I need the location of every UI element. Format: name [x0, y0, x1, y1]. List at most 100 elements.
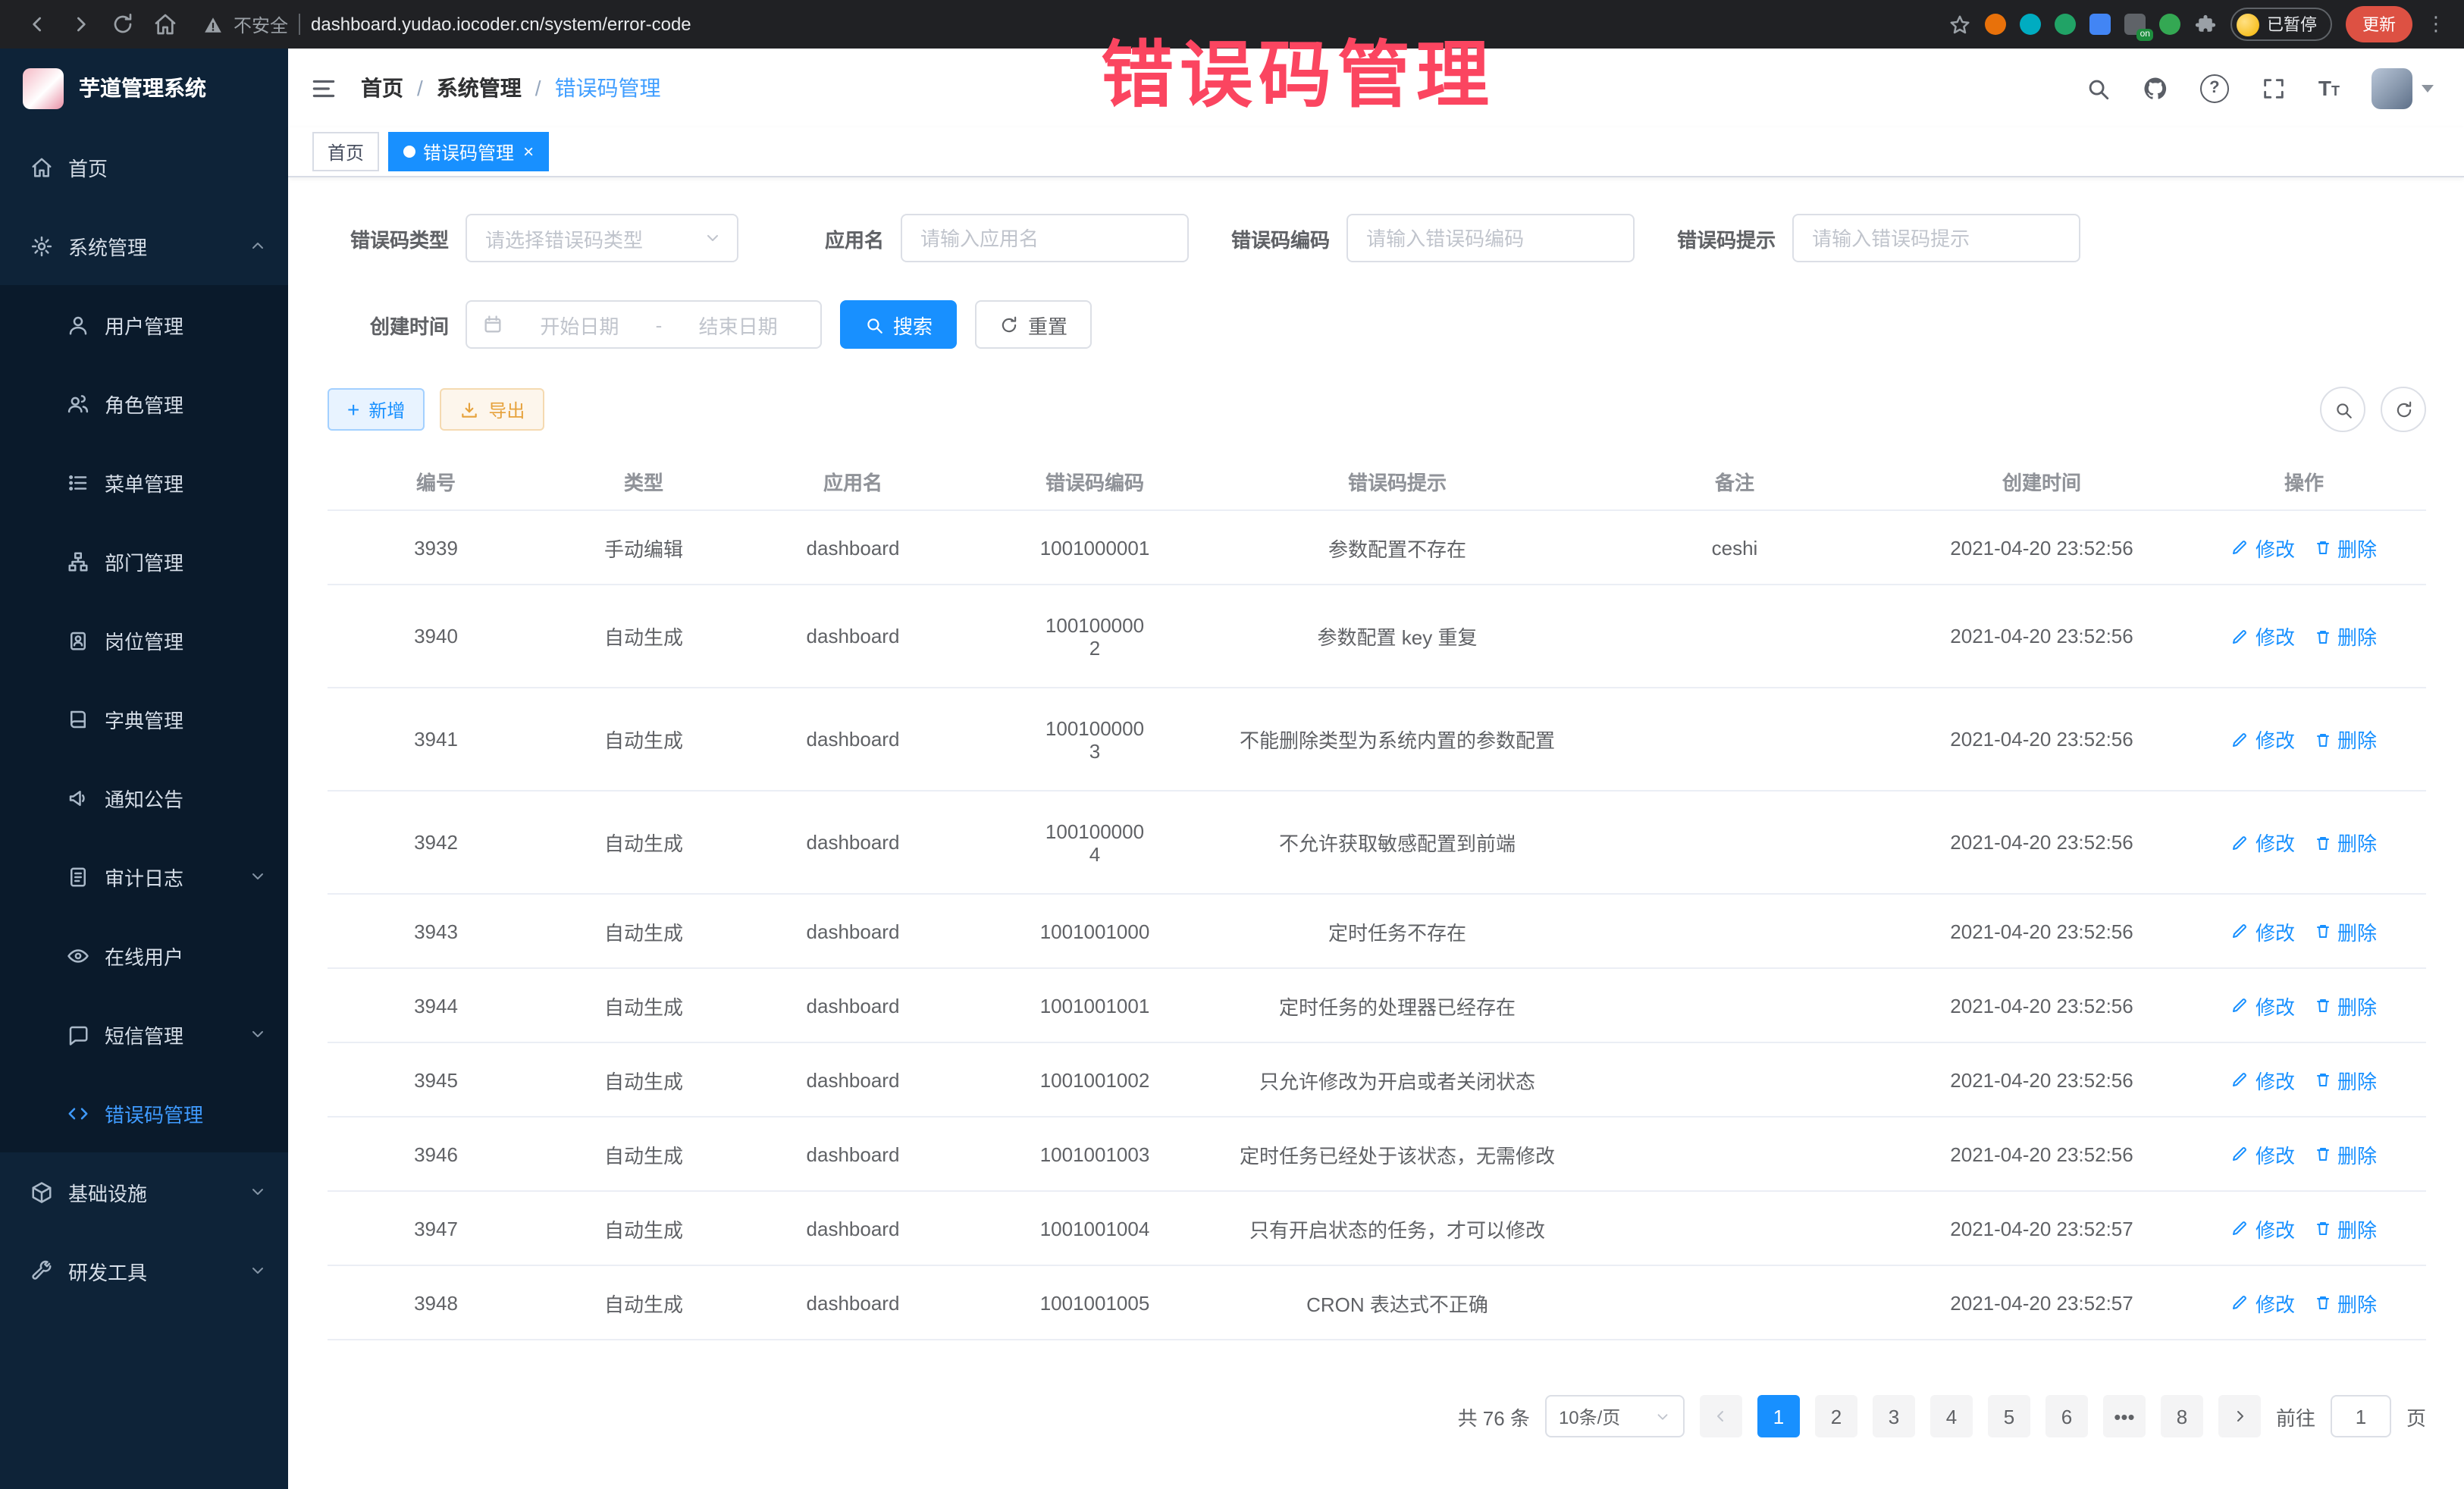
bookmark-star-button[interactable] [1948, 13, 1971, 36]
delete-icon [2313, 1145, 2331, 1163]
delete-link[interactable]: 删除 [2313, 725, 2377, 754]
next-page-button[interactable] [2218, 1395, 2261, 1437]
page-3-button[interactable]: 3 [1873, 1395, 1915, 1437]
cell-code: 1001001001 [963, 994, 1227, 1017]
reset-button[interactable]: 重置 [975, 300, 1092, 349]
goto-page-input[interactable] [2331, 1395, 2391, 1437]
page-1-button[interactable]: 1 [1757, 1395, 1800, 1437]
delete-link[interactable]: 删除 [2313, 1214, 2377, 1243]
home-button[interactable] [146, 5, 185, 44]
browser-menu-button[interactable]: ⋮ [2426, 12, 2446, 36]
extension-icon[interactable] [2055, 14, 2076, 35]
date-range-picker[interactable]: 开始日期 - 结束日期 [466, 300, 822, 349]
close-icon[interactable]: × [523, 143, 534, 161]
tab-home[interactable]: 首页 [312, 132, 379, 171]
delete-link[interactable]: 删除 [2313, 917, 2377, 945]
refresh-table-button[interactable] [2381, 387, 2426, 432]
fullscreen-button[interactable] [2261, 75, 2287, 101]
update-button[interactable]: 更新 [2346, 6, 2412, 42]
forward-button[interactable] [61, 5, 100, 44]
user-menu[interactable] [2372, 67, 2434, 108]
delete-link[interactable]: 删除 [2313, 828, 2377, 857]
cell-time: 2021-04-20 23:52:56 [1901, 994, 2182, 1017]
edit-link[interactable]: 修改 [2231, 1288, 2295, 1317]
font-size-button[interactable]: TT [2318, 77, 2340, 99]
delete-link[interactable]: 删除 [2313, 533, 2377, 562]
extension-icon[interactable] [2159, 14, 2180, 35]
sidebar-item-devtool[interactable]: 研发工具 [0, 1231, 288, 1310]
page-4-button[interactable]: 4 [1930, 1395, 1973, 1437]
chevron-right-icon [2230, 1407, 2249, 1425]
cell-message: 定时任务已经处于该状态，无需修改 [1227, 1139, 1568, 1168]
tab-error-code[interactable]: 错误码管理× [388, 132, 549, 171]
sidebar-item-audit-log[interactable]: 审计日志 [0, 837, 288, 916]
sidebar-item-menu[interactable]: 菜单管理 [0, 443, 288, 522]
edit-link[interactable]: 修改 [2231, 1214, 2295, 1243]
sidebar-item-home[interactable]: 首页 [0, 127, 288, 206]
edit-link[interactable]: 修改 [2231, 533, 2295, 562]
edit-link[interactable]: 修改 [2231, 828, 2295, 857]
edit-link[interactable]: 修改 [2231, 1139, 2295, 1168]
sidebar-item-dict[interactable]: 字典管理 [0, 679, 288, 758]
reload-icon[interactable] [111, 12, 135, 36]
error-type-select[interactable]: 请选择错误码类型 [466, 214, 738, 262]
sidebar-item-dept[interactable]: 部门管理 [0, 522, 288, 600]
delete-link-label: 删除 [2337, 1139, 2377, 1168]
sidebar-item-system[interactable]: 系统管理 [0, 206, 288, 285]
extension-icon[interactable] [1985, 14, 2006, 35]
error-hint-input[interactable] [1792, 214, 2080, 262]
page-size-select[interactable]: 10条/页 [1545, 1395, 1685, 1437]
error-code-input[interactable] [1346, 214, 1635, 262]
sidebar-item-notice[interactable]: 通知公告 [0, 758, 288, 837]
edit-link[interactable]: 修改 [2231, 917, 2295, 945]
edit-link[interactable]: 修改 [2231, 725, 2295, 754]
cell-id: 3940 [328, 625, 544, 647]
breadcrumb-item-home[interactable]: 首页 [361, 73, 403, 103]
app-name-input[interactable] [901, 214, 1189, 262]
avatar[interactable] [2372, 67, 2412, 108]
page-5-button[interactable]: 5 [1988, 1395, 2030, 1437]
search-button[interactable]: 搜索 [840, 300, 957, 349]
delete-link[interactable]: 删除 [2313, 991, 2377, 1020]
back-button[interactable] [18, 5, 58, 44]
sidebar-item-post[interactable]: 岗位管理 [0, 600, 288, 679]
delete-link[interactable]: 删除 [2313, 1065, 2377, 1094]
reload-button[interactable] [103, 5, 143, 44]
prev-page-button[interactable] [1700, 1395, 1742, 1437]
page-8-button[interactable]: 8 [2161, 1395, 2203, 1437]
delete-link[interactable]: 删除 [2313, 622, 2377, 650]
sidebar-item-error-code[interactable]: 错误码管理 [0, 1074, 288, 1152]
github-button[interactable] [2143, 75, 2168, 101]
sidebar-toggle-button[interactable] [309, 74, 338, 102]
edit-link[interactable]: 修改 [2231, 622, 2295, 650]
extension-icon[interactable] [2020, 14, 2041, 35]
add-button[interactable]: + 新增 [328, 388, 425, 431]
home-icon[interactable] [153, 12, 177, 36]
sidebar-item-online-user[interactable]: 在线用户 [0, 916, 288, 995]
extensions-menu-button[interactable] [2194, 13, 2217, 36]
sidebar-item-role[interactable]: 角色管理 [0, 364, 288, 443]
breadcrumb-item-system[interactable]: 系统管理 [437, 73, 522, 103]
address-bar[interactable]: 不安全 dashboard.yudao.iocoder.cn/system/er… [203, 11, 1930, 37]
arrow-right-icon[interactable] [68, 12, 92, 36]
profile-paused-badge[interactable]: 已暂停 [2230, 8, 2332, 41]
page-2-button[interactable]: 2 [1815, 1395, 1857, 1437]
page-6-button[interactable]: 6 [2045, 1395, 2088, 1437]
toggle-search-button[interactable] [2320, 387, 2365, 432]
export-button[interactable]: 导出 [440, 388, 544, 431]
edit-link[interactable]: 修改 [2231, 991, 2295, 1020]
delete-link[interactable]: 删除 [2313, 1139, 2377, 1168]
more-pages-button[interactable]: ••• [2103, 1395, 2146, 1437]
cell-id: 3944 [328, 994, 544, 1017]
header-search-button[interactable] [2085, 75, 2111, 101]
help-icon[interactable]: ? [2200, 74, 2229, 102]
extension-icon[interactable] [2089, 14, 2111, 35]
extension-icon[interactable]: on [2124, 14, 2146, 35]
sidebar-item-user[interactable]: 用户管理 [0, 285, 288, 364]
edit-link[interactable]: 修改 [2231, 1065, 2295, 1094]
delete-link[interactable]: 删除 [2313, 1288, 2377, 1317]
sidebar-item-infra[interactable]: 基础设施 [0, 1152, 288, 1231]
sidebar-item-sms[interactable]: 短信管理 [0, 995, 288, 1074]
cell-actions: 修改删除 [2182, 622, 2426, 650]
arrow-left-icon[interactable] [26, 12, 50, 36]
